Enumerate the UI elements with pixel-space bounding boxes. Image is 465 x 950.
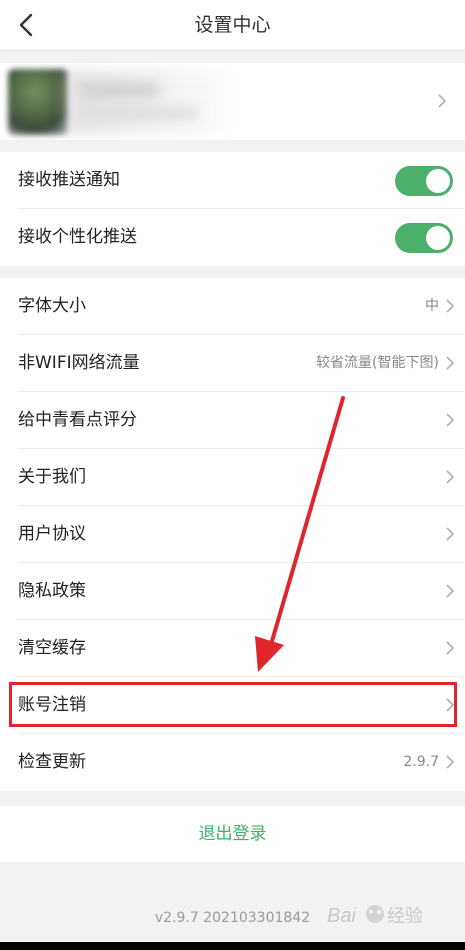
setting-row-rate-app[interactable]: 给中青看点评分 [0, 392, 465, 449]
avatar [8, 69, 68, 135]
chevron-right-icon [438, 94, 447, 108]
setting-row-user-agreement[interactable]: 用户协议 [0, 506, 465, 563]
toggle-knob [426, 226, 450, 250]
setting-row-privacy[interactable]: 隐私政策 [0, 563, 465, 620]
nav-bar: 设置中心 [0, 0, 465, 51]
personalized-push-toggle[interactable] [395, 223, 453, 253]
page-title: 设置中心 [194, 14, 271, 36]
profile-info-blurred [66, 69, 236, 135]
setting-label: 检查更新 [18, 752, 86, 772]
notification-group: 接收推送通知 接收个性化推送 [0, 152, 465, 266]
chevron-right-icon [446, 470, 455, 484]
svg-text:Bai: Bai [327, 905, 356, 927]
setting-value: 中 [425, 298, 439, 314]
chevron-right-icon [446, 356, 455, 370]
setting-label: 非WIFI网络流量 [18, 353, 140, 373]
chevron-right-icon [446, 527, 455, 541]
chevron-right-icon [446, 413, 455, 427]
chevron-right-icon [446, 641, 455, 655]
setting-label: 清空缓存 [18, 638, 86, 658]
setting-row-font-size[interactable]: 字体大小 中 [0, 278, 465, 335]
setting-row-push: 接收推送通知 [0, 152, 465, 209]
setting-value: 2.9.7 [403, 754, 439, 770]
setting-row-delete-account[interactable]: 账号注销 [0, 677, 465, 734]
setting-row-data-usage[interactable]: 非WIFI网络流量 较省流量(智能下图) [0, 335, 465, 392]
logout-button[interactable]: 退出登录 [0, 806, 465, 862]
system-nav-bar [0, 942, 465, 950]
setting-row-check-update[interactable]: 检查更新 2.9.7 [0, 734, 465, 791]
push-label: 接收推送通知 [18, 170, 120, 190]
chevron-right-icon [446, 698, 455, 712]
chevron-right-icon [446, 299, 455, 313]
setting-row-clear-cache[interactable]: 清空缓存 [0, 620, 465, 677]
settings-group: 字体大小 中 非WIFI网络流量 较省流量(智能下图) 给中青看点评分 关于我们… [0, 278, 465, 791]
push-toggle[interactable] [395, 166, 453, 196]
setting-label: 账号注销 [18, 695, 86, 715]
setting-label: 字体大小 [18, 296, 86, 316]
toggle-knob [426, 169, 450, 193]
setting-label: 给中青看点评分 [18, 410, 137, 430]
profile-card[interactable] [0, 63, 465, 140]
chevron-right-icon [446, 584, 455, 598]
setting-label: 隐私政策 [18, 581, 86, 601]
chevron-right-icon [446, 755, 455, 769]
setting-label: 关于我们 [18, 467, 86, 487]
baidu-jingyan-watermark-logo: Bai 经验 [327, 905, 423, 927]
setting-row-personalized-push: 接收个性化推送 [0, 209, 465, 266]
personalized-push-label: 接收个性化推送 [18, 227, 137, 247]
setting-label: 用户协议 [18, 524, 86, 544]
svg-text:经验: 经验 [387, 906, 423, 927]
setting-value: 较省流量(智能下图) [316, 355, 439, 371]
setting-row-about[interactable]: 关于我们 [0, 449, 465, 506]
